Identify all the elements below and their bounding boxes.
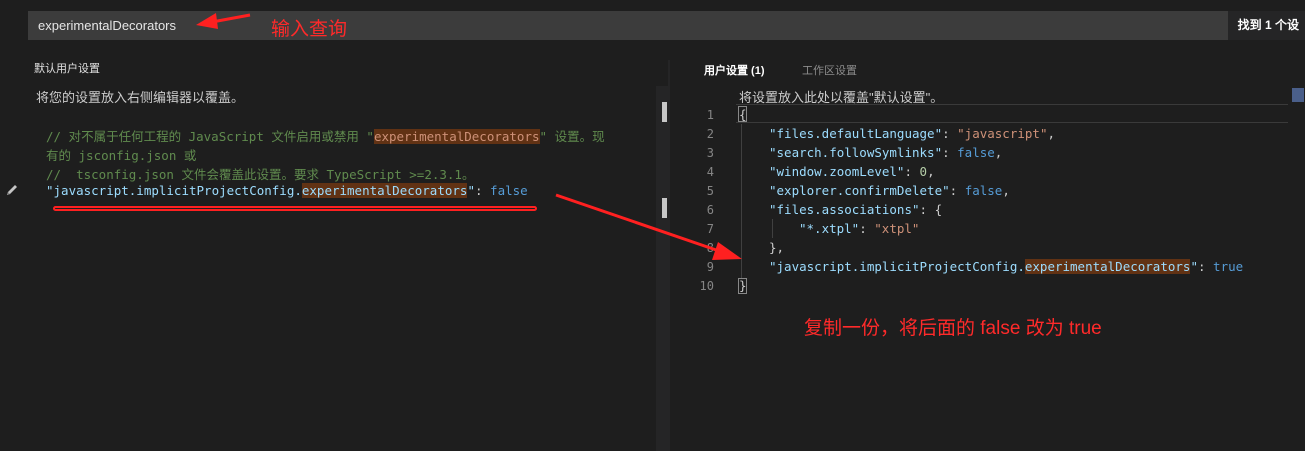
tab-workspace-settings[interactable]: 工作区设置	[802, 62, 857, 78]
json-value: 0	[919, 164, 928, 179]
search-bar: 找到 1 个设	[28, 11, 1305, 40]
comment-text-b: " 设置。现	[539, 129, 605, 144]
indent-guide	[741, 124, 742, 278]
line-number: 6	[706, 203, 714, 217]
comment-line-2: 有的 jsconfig.json 或	[46, 148, 197, 163]
annotation-underline	[53, 206, 537, 211]
arrow-to-user-setting-icon	[555, 193, 742, 260]
setting-value: false	[490, 183, 528, 198]
code-line[interactable]: "search.followSymlinks": false,	[769, 145, 1002, 160]
line-number: 2	[706, 127, 714, 141]
setting-colon: :	[474, 183, 491, 198]
json-punct: : {	[919, 202, 943, 217]
line-number: 10	[699, 279, 714, 293]
code-line[interactable]: "explorer.confirmDelete": false,	[769, 183, 1010, 198]
json-key: "*.xtpl"	[799, 221, 860, 236]
panel-divider[interactable]	[668, 60, 670, 451]
setting-key-highlight: experimentalDecorators	[301, 183, 468, 198]
line-number: 3	[706, 146, 714, 160]
json-value: true	[1213, 259, 1244, 274]
json-key: "javascript.implicitProjectConfig.	[769, 259, 1025, 274]
default-settings-description: 将您的设置放入右侧编辑器以覆盖。	[36, 90, 245, 105]
json-key: "explorer.confirmDelete"	[769, 183, 950, 198]
result-count: 找到 1 个设	[1227, 11, 1305, 40]
code-line[interactable]: }	[739, 278, 747, 293]
code-line[interactable]: "files.associations": {	[769, 202, 942, 217]
json-value: "xtpl"	[874, 221, 920, 236]
line-number: 5	[706, 184, 714, 198]
json-key: "files.defaultLanguage"	[769, 126, 943, 141]
setting-key-part-a: "javascript.implicitProjectConfig.	[46, 183, 302, 198]
left-scroll-marker	[662, 102, 667, 122]
json-key: "files.associations"	[769, 202, 920, 217]
default-setting-line[interactable]: "javascript.implicitProjectConfig.experi…	[46, 183, 528, 198]
current-line-highlight	[736, 104, 1288, 123]
line-number: 8	[706, 241, 714, 255]
json-key: "window.zoomLevel"	[769, 164, 905, 179]
setting-key-part-b: "	[467, 183, 475, 198]
line-number: 9	[706, 260, 714, 274]
json-value: false	[964, 183, 1003, 198]
json-value: "javascript"	[957, 126, 1048, 141]
line-number: 7	[706, 222, 714, 236]
code-line[interactable]: "javascript.implicitProjectConfig.experi…	[769, 259, 1243, 274]
code-line[interactable]: "window.zoomLevel": 0,	[769, 164, 935, 179]
left-scroll-marker	[662, 198, 667, 218]
json-key: "search.followSymlinks"	[769, 145, 943, 160]
search-match-highlight: experimentalDecorators	[373, 129, 540, 144]
comment-line-1: // 对不属于任何工程的 JavaScript 文件启用或禁用 "experim…	[46, 126, 605, 145]
default-settings-title: 默认用户设置	[34, 63, 100, 75]
indent-guide	[772, 219, 773, 238]
comment-line-3: // tsconfig.json 文件会覆盖此设置。要求 TypeScript …	[46, 167, 475, 182]
line-number: 4	[706, 165, 714, 179]
annotation-copy: 复制一份，将后面的 false 改为 true	[804, 318, 1102, 339]
tab-user-settings[interactable]: 用户设置 (1)	[704, 62, 765, 78]
comment-text-a: // 对不属于任何工程的 JavaScript 文件启用或禁用 "	[46, 129, 374, 144]
code-line[interactable]: "files.defaultLanguage": "javascript",	[769, 126, 1055, 141]
pencil-icon[interactable]	[5, 183, 19, 197]
code-line[interactable]: {	[739, 107, 747, 122]
code-line[interactable]: "*.xtpl": "xtpl"	[799, 221, 919, 236]
json-key: "	[1190, 259, 1198, 274]
line-number: 1	[706, 108, 714, 122]
right-scrollbar[interactable]	[1290, 86, 1305, 451]
search-match-highlight: experimentalDecorators	[1024, 259, 1191, 274]
annotation-query: 输入查询	[271, 19, 348, 40]
minimap-marker	[1292, 88, 1304, 102]
code-line[interactable]: },	[769, 240, 784, 255]
annotation-arrows	[196, 13, 742, 260]
json-value: false	[957, 145, 995, 160]
